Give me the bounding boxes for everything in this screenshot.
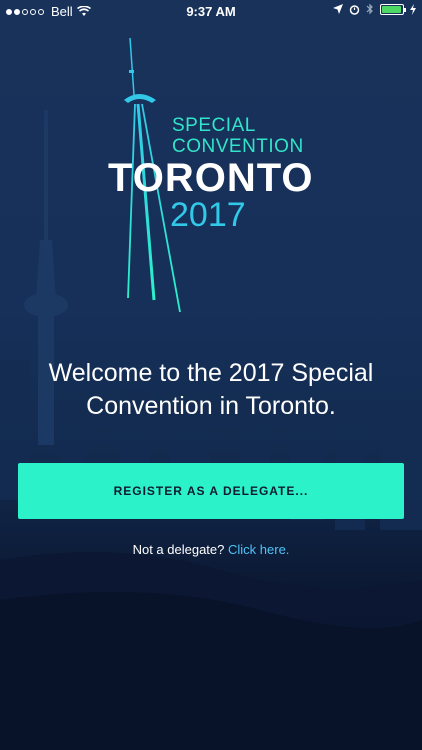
welcome-line-2: Convention in Toronto. <box>86 392 336 420</box>
not-delegate-text: Not a delegate? <box>132 542 225 557</box>
welcome-message: Welcome to the 2017 Special Convention i… <box>0 357 422 423</box>
logo-special-convention: SPECIAL CONVENTION <box>172 115 304 157</box>
register-delegate-button[interactable]: REGISTER AS A DELEGATE... <box>18 463 404 519</box>
welcome-line-1: Welcome to the 2017 Special <box>48 359 374 387</box>
logo-year: 2017 <box>170 196 246 234</box>
click-here-link[interactable]: Click here. <box>228 542 289 557</box>
logo-city: TORONTO <box>108 156 314 200</box>
logo-line-special: SPECIAL <box>172 115 256 136</box>
convention-logo: SPECIAL CONVENTION TORONTO 2017 <box>0 0 422 330</box>
not-delegate-prompt: Not a delegate? Click here. <box>0 542 422 557</box>
logo-line-convention: CONVENTION <box>172 136 304 157</box>
